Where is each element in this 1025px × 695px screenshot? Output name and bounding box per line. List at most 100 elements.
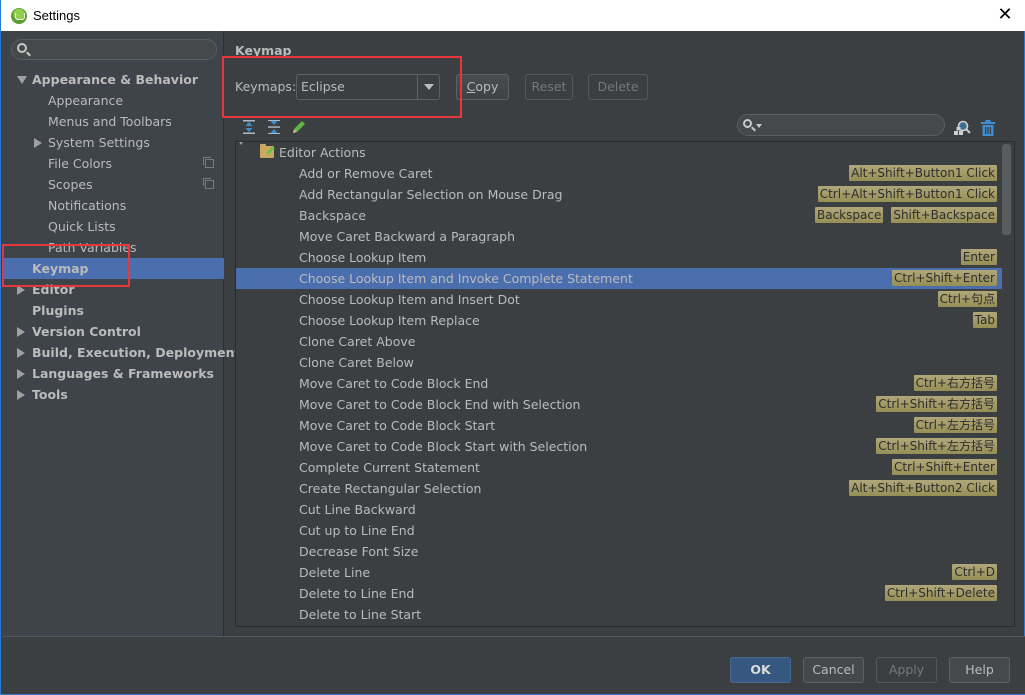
action-row[interactable]: Delete to Line Start [236,604,1002,625]
sidebar-item-label: Scopes [48,177,93,192]
keymap-selected-value: Eclipse [301,79,345,94]
sidebar-item-label: Tools [32,387,68,402]
action-name: Choose Lookup Item and Insert Dot [299,292,520,307]
help-button[interactable]: Help [949,657,1010,683]
sidebar-item-label: Editor [32,282,75,297]
sidebar-item-label: Plugins [32,303,84,318]
shortcut-list: Alt+Shift+Button2 Click [849,480,997,497]
action-row[interactable]: Choose Lookup Item Replace Tab [236,310,1002,331]
sidebar-item-appearance[interactable]: Appearance [2,90,224,111]
sidebar-item-appearance-behavior[interactable]: Appearance & Behavior [2,69,224,90]
collapsed-arrow-icon[interactable] [17,327,25,337]
action-filter-input[interactable] [764,116,939,134]
sidebar-item-notifications[interactable]: Notifications [2,195,224,216]
action-name: Choose Lookup Item and Invoke Complete S… [299,271,633,286]
keymap-actions-tree: Editor Actions Add or Remove Caret Alt+Shi… [235,141,1015,627]
sidebar-item-menus-and-toolbars[interactable]: Menus and Toolbars [2,111,224,132]
shortcut-list: Tab [972,312,997,329]
shortcut-list: Ctrl+Shift+Enter [892,270,997,287]
action-row[interactable]: Move Caret Backward a Paragraph [236,226,1002,247]
action-row[interactable]: Add or Remove Caret Alt+Shift+Button1 Cli… [236,163,1002,184]
shortcut-badge: Ctrl+Shift+左方括号 [876,438,997,454]
action-row[interactable]: Delete Line Ctrl+D [236,562,1002,583]
reset-button[interactable]: Reset [525,74,573,100]
action-row[interactable]: Cut up to Line End [236,520,1002,541]
project-level-icon [203,178,214,189]
action-row[interactable]: Delete to Line End Ctrl+Shift+Delete [236,583,1002,604]
action-row[interactable]: Clone Caret Below [236,352,1002,373]
sidebar-item-keymap[interactable]: Keymap [2,258,224,279]
action-row[interactable]: Move Caret to Code Block End Ctrl+右方括号 [236,373,1002,394]
collapsed-arrow-icon[interactable] [17,390,25,400]
shortcut-badge: Ctrl+Shift+Delete [884,585,997,601]
action-row[interactable]: Backspace Backspace Shift+Backspace [236,205,1002,226]
cancel-button[interactable]: Cancel [803,657,864,683]
sidebar-item-path-variables[interactable]: Path Variables [2,237,224,258]
action-name: Add or Remove Caret [299,166,433,181]
action-name: Move Caret to Code Block Start with Sele… [299,439,588,454]
action-row[interactable]: Clone Caret Above [236,331,1002,352]
settings-search-input[interactable] [32,40,212,59]
sidebar-item-version-control[interactable]: Version Control [2,321,224,342]
sidebar-item-quick-lists[interactable]: Quick Lists [2,216,224,237]
sidebar-item-file-colors[interactable]: File Colors [2,153,224,174]
sidebar-item-plugins[interactable]: Plugins [2,300,224,321]
action-row[interactable]: Complete Current Statement Ctrl+Shift+Ent… [236,457,1002,478]
copy-button[interactable]: Copy [456,74,509,100]
action-row[interactable]: Add Rectangular Selection on Mouse Drag C… [236,184,1002,205]
action-row[interactable]: Move Caret to Code Block End with Select… [236,394,1002,415]
collapsed-arrow-icon[interactable] [17,348,25,358]
shortcut-list: Enter [960,249,997,266]
expanded-arrow-icon[interactable] [17,76,27,84]
shortcut-filter-search[interactable] [737,114,945,136]
clear-trash-icon[interactable] [980,119,996,137]
apply-button[interactable]: Apply [876,657,937,683]
shortcut-list: Ctrl+Shift+Delete [884,585,997,602]
sidebar-item-label: Quick Lists [48,219,116,234]
sidebar-item-label: Build, Execution, Deployment [32,345,241,360]
shortcut-badge: Ctrl+Shift+右方括号 [876,396,997,412]
search-options-dropdown-icon[interactable] [756,124,762,128]
close-icon[interactable]: ✕ [995,5,1015,25]
shortcut-badge: Ctrl+左方括号 [913,417,997,433]
project-level-icon [203,157,214,168]
search-icon [17,43,27,53]
expanded-arrow-icon[interactable] [236,142,246,160]
collapsed-arrow-icon[interactable] [17,369,25,379]
expand-all-icon[interactable] [241,119,257,135]
shortcut-badge: Tab [972,312,997,328]
sidebar-item-editor[interactable]: Editor [2,279,224,300]
sidebar-item-scopes[interactable]: Scopes [2,174,224,195]
keymap-dropdown[interactable]: Eclipse [296,74,440,100]
shortcut-list: Ctrl+D [952,564,997,581]
action-name: Move Caret to Code Block End [299,376,489,391]
action-row[interactable]: Move Caret to Code Block Start Ctrl+左方括号 [236,415,1002,436]
sidebar-item-system-settings[interactable]: System Settings [2,132,224,153]
action-row[interactable]: Choose Lookup Item Enter [236,247,1002,268]
sidebar-item-tools[interactable]: Tools [2,384,224,405]
sidebar-item-build-execution-deployment[interactable]: Build, Execution, Deployment [2,342,240,363]
action-row[interactable]: Choose Lookup Item and Insert Dot Ctrl+句点 [236,289,1002,310]
shortcut-badge: Shift+Backspace [891,207,997,223]
sidebar-item-languages-frameworks[interactable]: Languages & Frameworks [2,363,224,384]
delete-button[interactable]: Delete [588,74,648,100]
action-name: Backspace [299,208,367,223]
action-row[interactable]: Decrease Font Size [236,541,1002,562]
vertical-scrollbar[interactable] [1002,144,1011,235]
edit-pencil-icon[interactable] [291,119,307,135]
collapsed-arrow-icon[interactable] [34,138,42,148]
action-row[interactable]: Move Caret to Code Block Start with Sele… [236,436,1002,457]
dialog-footer: OK Cancel Apply Help [2,636,1025,694]
action-name: Delete to Line End [299,586,415,601]
action-group-editor-actions[interactable]: Editor Actions [236,142,1002,163]
ok-button[interactable]: OK [730,657,791,683]
find-by-shortcut-icon[interactable] [953,119,971,137]
settings-search[interactable] [11,39,217,60]
action-row[interactable]: Choose Lookup Item and Invoke Complete S… [236,268,1002,289]
action-row[interactable]: Create Rectangular Selection Alt+Shift+Bu… [236,478,1002,499]
collapse-all-icon[interactable] [266,119,282,135]
sidebar-item-label: Menus and Toolbars [48,114,172,129]
action-row[interactable]: Cut Line Backward [236,499,1002,520]
chevron-down-icon[interactable] [417,75,439,99]
collapsed-arrow-icon[interactable] [17,285,25,295]
